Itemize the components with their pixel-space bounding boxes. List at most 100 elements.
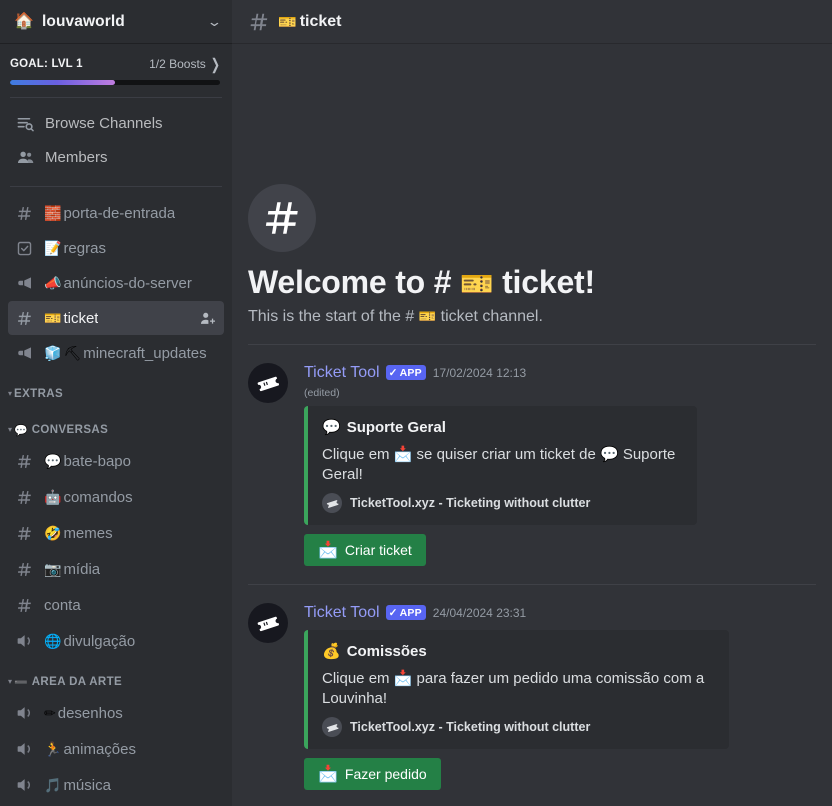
- channel-emoji: 🧊: [44, 345, 62, 361]
- browse-channels-icon: [16, 113, 38, 133]
- channel-name: porta-de-entrada: [63, 204, 176, 222]
- criar-ticket-button[interactable]: 📩 Criar ticket: [304, 534, 426, 566]
- message-item: Ticket Tool ✓ APP 24/04/2024 23:31 💰 Com…: [232, 585, 832, 790]
- embed-title-emoji: 💰: [322, 643, 341, 660]
- embed-footer-text: TicketTool.xyz - Ticketing without clutt…: [350, 720, 591, 734]
- channel-item-ticket[interactable]: 🎫 ticket: [8, 301, 224, 335]
- channel-item-desenhos[interactable]: ✏ desenhos: [8, 696, 224, 730]
- ticket-avatar-icon[interactable]: [248, 363, 288, 403]
- discord-window: 🏠 louvaworld ⌄ GOAL: LVL 1 1/2 Boosts ❯: [0, 0, 832, 806]
- channel-welcome-block: Welcome to # 🎫 ticket! This is the start…: [232, 44, 832, 326]
- channel-item-midia[interactable]: 📷 mídia: [8, 552, 224, 586]
- message-list: Welcome to # 🎫 ticket! This is the start…: [232, 44, 832, 806]
- channel-item-porta-de-entrada[interactable]: 🧱 porta-de-entrada: [8, 196, 224, 230]
- channel-item-divulgacao[interactable]: 🌐 divulgação: [8, 624, 224, 658]
- megaphone-icon: [16, 273, 38, 293]
- welcome-hash-icon: [248, 184, 316, 252]
- boost-progress-track: [10, 80, 220, 85]
- channel-emoji: 🧱: [44, 205, 62, 221]
- message-header: Ticket Tool ✓ APP 24/04/2024 23:31: [304, 602, 816, 623]
- verified-check-icon: ✓: [388, 606, 398, 619]
- channel-name: minecraft_updates: [83, 344, 207, 362]
- embed-description: Clique em 📩 para fazer um pedido uma com…: [322, 669, 715, 708]
- welcome-sub-emoji: 🎫: [418, 308, 437, 324]
- channel-emoji: 🤣: [44, 525, 62, 541]
- channel-name: regras: [63, 239, 106, 257]
- channel-emoji: ✏: [44, 705, 56, 721]
- channel-list-top: 🧱 porta-de-entrada 📝 regras 📣 anúncios-d…: [0, 195, 232, 371]
- add-member-icon[interactable]: [199, 310, 216, 327]
- chevron-down-icon: ▾: [8, 424, 13, 434]
- channel-item-anuncios-do-server[interactable]: 📣 anúncios-do-server: [8, 266, 224, 300]
- welcome-sub-suffix: ticket channel.: [436, 308, 543, 325]
- embed-desc-middle: se quiser criar um ticket de: [412, 446, 600, 463]
- category-conversas[interactable]: ▾ 💬 CONVERSAS: [0, 417, 232, 443]
- channel-item-minecraft-updates[interactable]: 🧊 ⛏ minecraft_updates: [8, 336, 224, 370]
- embed-footer-text: TicketTool.xyz - Ticketing without clutt…: [350, 496, 591, 510]
- category-extras[interactable]: ▾ EXTRAS: [0, 381, 232, 407]
- hash-icon: [16, 308, 38, 328]
- channel-name: desenhos: [57, 704, 123, 722]
- sidebar-item-members[interactable]: Members: [8, 140, 224, 174]
- message-embed: 💬 Suporte Geral Clique em 📩 se quiser cr…: [304, 406, 697, 525]
- channel-name: anúncios-do-server: [63, 274, 192, 292]
- chevron-down-icon[interactable]: ⌄: [207, 15, 223, 28]
- message-timestamp: 24/04/2024 23:31: [432, 605, 527, 620]
- members-icon: [16, 147, 38, 167]
- envelope-icon: 📩: [318, 766, 338, 783]
- button-label: Criar ticket: [344, 542, 412, 558]
- message-body: Ticket Tool ✓ APP 17/02/2024 12:13 (edit…: [304, 362, 816, 566]
- server-header[interactable]: 🏠 louvaworld ⌄: [0, 0, 232, 44]
- server-name: louvaworld: [42, 12, 125, 30]
- embed-title-text: Comissões: [346, 642, 427, 660]
- message-author[interactable]: Ticket Tool: [304, 364, 380, 382]
- channel-item-animacoes[interactable]: 🏃 animações: [8, 732, 224, 766]
- hash-icon: [16, 523, 38, 543]
- channel-name: ticket: [63, 309, 99, 327]
- boost-progress-block[interactable]: GOAL: LVL 1 1/2 Boosts ❯: [0, 44, 232, 85]
- embed-title-emoji: 💬: [322, 419, 341, 436]
- embed-description: Clique em 📩 se quiser criar um ticket de…: [322, 445, 683, 484]
- channel-item-memes[interactable]: 🤣 memes: [8, 516, 224, 550]
- voice-icon: [16, 739, 38, 759]
- voice-icon: [16, 703, 38, 723]
- channel-name: música: [63, 776, 111, 794]
- fazer-pedido-button[interactable]: 📩 Fazer pedido: [304, 758, 441, 790]
- status-badge: ✓ APP: [385, 605, 426, 620]
- hash-icon: [16, 559, 38, 579]
- category-emoji: 💬: [14, 424, 28, 437]
- channel-emoji-secondary: ⛏: [63, 345, 82, 361]
- sidebar-item-label: Members: [45, 148, 108, 166]
- megaphone-icon: [16, 343, 38, 363]
- embed-footer: TicketTool.xyz - Ticketing without clutt…: [322, 717, 715, 737]
- category-label: AREA DA ARTE: [31, 676, 123, 688]
- embed-title-text: Suporte Geral: [346, 418, 446, 436]
- channel-item-regras[interactable]: 📝 regras: [8, 231, 224, 265]
- category-label: EXTRAS: [14, 388, 64, 400]
- status-badge: ✓ APP: [385, 365, 426, 380]
- main-content: 🎫 ticket Welcome to # 🎫 ticket! This is …: [232, 0, 832, 806]
- category-emoji: ➖: [14, 676, 28, 689]
- sidebar-item-browse-channels[interactable]: Browse Channels: [8, 106, 224, 140]
- channel-item-musica[interactable]: 🎵 música: [8, 768, 224, 802]
- channel-item-bate-bapo[interactable]: 💬 bate-bapo: [8, 444, 224, 478]
- channel-item-conta[interactable]: conta: [8, 588, 224, 622]
- channel-item-comandos[interactable]: 🤖 comandos: [8, 480, 224, 514]
- welcome-title-prefix: Welcome to #: [248, 264, 460, 300]
- hash-icon: [16, 595, 38, 615]
- channel-header: 🎫 ticket: [232, 0, 832, 44]
- channel-name: conta: [44, 596, 81, 614]
- sidebar-divider-mid: [10, 186, 222, 187]
- channel-name: mídia: [63, 560, 101, 578]
- welcome-title-suffix: ticket!: [493, 264, 595, 300]
- server-emoji-icon: 🏠: [14, 13, 34, 30]
- boost-progress-fill: [10, 80, 115, 85]
- category-area-da-arte[interactable]: ▾ ➖ AREA DA ARTE: [0, 669, 232, 695]
- chevron-down-icon: ▾: [8, 676, 13, 686]
- embed-desc-prefix: Clique em: [322, 670, 394, 687]
- boost-goal-label: GOAL: LVL 1: [10, 58, 83, 70]
- channel-name: divulgação: [63, 632, 136, 650]
- channel-title: ticket: [299, 12, 342, 30]
- message-author[interactable]: Ticket Tool: [304, 604, 380, 622]
- ticket-avatar-icon[interactable]: [248, 603, 288, 643]
